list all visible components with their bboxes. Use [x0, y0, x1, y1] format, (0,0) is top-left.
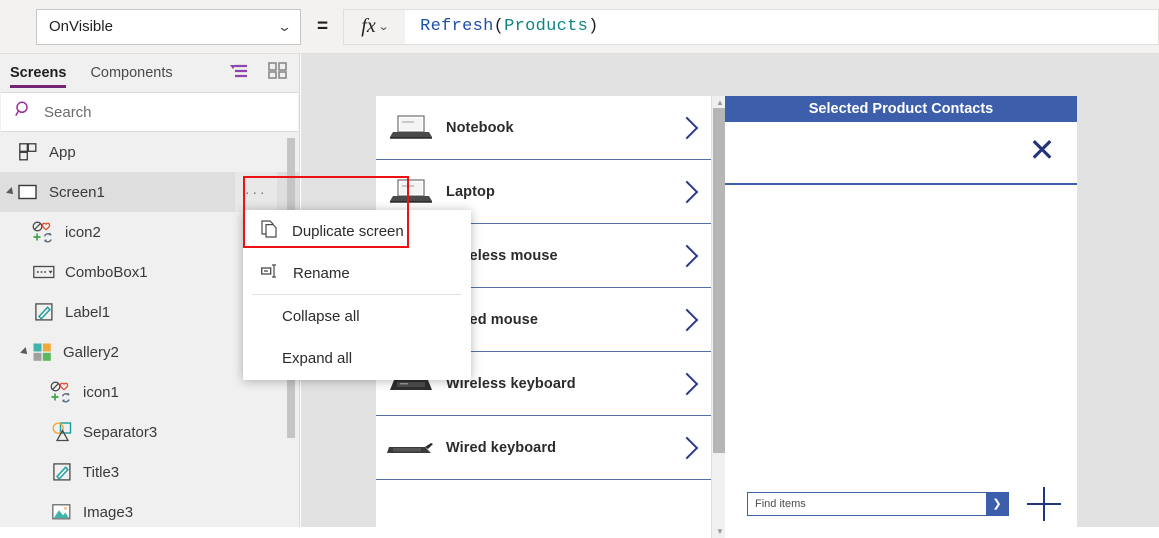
tab-components-label: Components [90, 65, 173, 81]
rename-icon [261, 264, 279, 282]
panel-title: Selected Product Contacts [725, 96, 1077, 122]
gallery-scrollbar-track[interactable]: ▲ ▼ [711, 96, 725, 538]
icon-control-icon [32, 221, 56, 243]
tree-item-title3-label: Title3 [83, 463, 120, 481]
screen-icon [16, 181, 40, 203]
shapes-icon [50, 421, 74, 443]
scroll-down-arrow-icon[interactable]: ▼ [716, 527, 724, 536]
keyboard-photo [376, 435, 446, 461]
formula-bar: OnVisible ⌄ = fx ⌄ Refresh( Products ) [0, 0, 1159, 54]
equals-sign: = [317, 15, 328, 37]
chevron-right-icon[interactable] [675, 116, 699, 139]
menu-item-label: Rename [293, 264, 350, 282]
sidebar-tab-strip: Screens Components [0, 54, 299, 92]
tree-item-image3-label: Image3 [83, 503, 134, 521]
view-toggle-group [230, 62, 287, 84]
tree-item-app-label: App [49, 143, 76, 161]
tree-item-icon1-label: icon1 [83, 383, 119, 401]
formula-input[interactable]: Refresh( Products ) [405, 8, 1159, 45]
search-input[interactable]: Search [1, 92, 298, 132]
gallery-row-label: Laptop [446, 183, 495, 200]
formula-token-function: Refresh [420, 17, 494, 36]
menu-item-rename[interactable]: Rename [243, 252, 471, 294]
chevron-down-icon: ⌄ [276, 18, 293, 34]
selected-product-contacts-panel: Selected Product Contacts ✕ Find items ❯ [725, 96, 1077, 538]
screen-context-menu-button[interactable]: ··· [235, 172, 277, 212]
chevron-right-icon[interactable] [675, 372, 699, 395]
gallery-row[interactable]: Notebook [376, 96, 711, 160]
tree-item-app[interactable]: App [0, 132, 299, 172]
label-icon [32, 301, 56, 323]
chevron-down-icon[interactable]: ❯ [986, 492, 1008, 515]
menu-item-duplicate-screen[interactable]: Duplicate screen [243, 210, 471, 252]
icon-control-icon [50, 381, 74, 403]
contacts-footer: Find items ❯ [725, 471, 1077, 536]
chevron-right-icon[interactable] [675, 180, 699, 203]
formula-token-close-paren: ) [588, 17, 599, 36]
laptop-open-photo [376, 113, 446, 143]
chevron-right-icon[interactable] [675, 436, 699, 459]
tree-item-image3[interactable]: Image3 [0, 492, 299, 526]
gallery-scrollbar-thumb[interactable] [713, 108, 725, 453]
tree-item-gallery2-label: Gallery2 [63, 343, 119, 361]
tree-item-separator3[interactable]: Separator3 [0, 412, 299, 452]
duplicate-icon [261, 220, 278, 242]
tree-item-title3[interactable]: Title3 [0, 452, 299, 492]
tree-item-screen1[interactable]: Screen1 ··· [0, 172, 299, 212]
gallery-row-label: Notebook [446, 119, 514, 136]
menu-item-label: Collapse all [282, 307, 360, 325]
gallery-row[interactable]: Wired keyboard [376, 416, 711, 480]
combobox-icon [32, 261, 56, 283]
tree-item-icon2-label: icon2 [65, 223, 101, 241]
menu-item-collapse-all[interactable]: Collapse all [243, 295, 471, 337]
chevron-expanded-icon[interactable] [6, 187, 16, 197]
plus-icon[interactable] [1027, 486, 1061, 521]
tab-screens-label: Screens [10, 65, 67, 81]
gallery-icon [30, 341, 54, 363]
contacts-list-body [725, 185, 1077, 471]
tree-view-icon[interactable] [230, 63, 250, 84]
tab-components[interactable]: Components [90, 54, 172, 92]
fx-icon: fx [361, 15, 376, 37]
scroll-up-arrow-icon[interactable]: ▲ [716, 98, 724, 107]
laptop-open-photo [376, 177, 446, 207]
chevron-right-icon[interactable] [675, 244, 699, 267]
tree-item-label1-label: Label1 [65, 303, 111, 321]
menu-item-label: Duplicate screen [292, 222, 404, 240]
image-icon [50, 501, 74, 523]
property-dropdown-value: OnVisible [49, 18, 113, 35]
gallery-row-label: Wired keyboard [446, 439, 557, 456]
search-icon [15, 101, 32, 123]
search-input-placeholder: Search [44, 103, 92, 121]
chevron-right-icon[interactable] [675, 308, 699, 331]
label-icon [50, 461, 74, 483]
panel-close-row: ✕ [725, 122, 1077, 185]
tree-item-screen1-label: Screen1 [49, 183, 105, 201]
find-items-placeholder: Find items [755, 497, 806, 510]
close-icon[interactable]: ✕ [1027, 134, 1057, 166]
chevron-expanded-icon[interactable] [20, 347, 30, 357]
formula-token-identifier: Products [504, 17, 589, 36]
menu-item-label: Expand all [282, 349, 353, 367]
menu-item-expand-all[interactable]: Expand all [243, 337, 471, 379]
tree-item-separator3-label: Separator3 [83, 423, 158, 441]
find-items-combobox[interactable]: Find items ❯ [747, 491, 1009, 516]
fx-button[interactable]: fx ⌄ [343, 8, 406, 45]
thumbnail-view-icon[interactable] [268, 62, 287, 84]
tree-item-combobox1-label: ComboBox1 [65, 263, 148, 281]
property-dropdown[interactable]: OnVisible ⌄ [36, 8, 301, 45]
formula-token-open-paren: ( [493, 17, 505, 36]
tab-screens[interactable]: Screens [10, 54, 67, 92]
chevron-down-icon: ⌄ [377, 21, 390, 33]
screen-context-menu: Duplicate screen Rename Collapse all Exp… [243, 210, 471, 380]
app-icon [16, 141, 40, 163]
